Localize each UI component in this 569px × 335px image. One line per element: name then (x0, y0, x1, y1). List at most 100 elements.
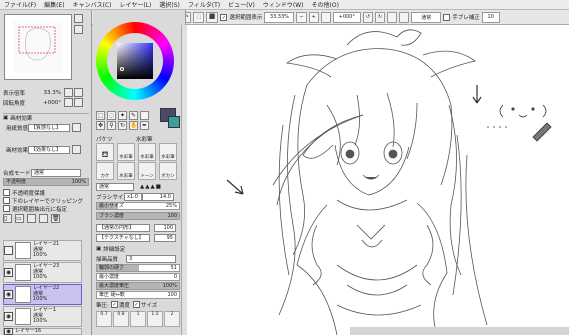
layer-blend-select[interactable]: 通常 (31, 168, 81, 177)
deselect-button[interactable]: ⬚ (193, 11, 205, 23)
quality-select[interactable]: 3 (126, 254, 176, 263)
eye-icon[interactable]: ◉ (4, 312, 13, 321)
new-folder-button[interactable]: ▭ (15, 214, 24, 223)
brush-texture-select[interactable]: 【テクスチャなし】 (96, 233, 150, 242)
brush-cell[interactable]: ⛾ (96, 143, 114, 161)
size-preset[interactable]: 0.8 (113, 311, 129, 327)
menu-other[interactable]: その他(O) (308, 0, 343, 9)
brush-tab-right[interactable]: 水彩筆 (136, 135, 153, 143)
brush-cell[interactable]: トーン (138, 162, 156, 180)
delete-layer-button[interactable]: 🗑 (51, 214, 60, 223)
stabilizer-checkbox[interactable] (443, 13, 451, 21)
layer-item[interactable]: ◉ レイヤー1 通常 100% (3, 306, 82, 327)
min-size-slider[interactable]: 最小サイズ 25% (96, 202, 180, 210)
color-picker-cursor[interactable] (120, 67, 124, 71)
pen-tool[interactable]: ✎ (129, 111, 138, 120)
layer-item[interactable]: ◉ レイヤー16 (3, 328, 82, 335)
brush-shape-select[interactable]: 【通常の円形】 (96, 223, 150, 232)
pressure-size-checkbox[interactable]: ✓ (132, 301, 140, 308)
min-density-slider[interactable]: 最小濃度 0 (96, 273, 180, 281)
brush-shape-strength[interactable]: 100 (154, 223, 176, 232)
zoom-reset-button[interactable] (320, 11, 331, 23)
size-preset[interactable]: 2 (164, 311, 180, 327)
invert-selection-button[interactable]: ⬛ (206, 11, 219, 23)
rotate-left-button[interactable]: ↺ (362, 11, 373, 23)
marquee-tool[interactable]: ⬚ (96, 111, 105, 120)
hand-tool[interactable]: ✋ (129, 121, 138, 130)
clip-group-checkbox[interactable] (3, 197, 10, 204)
max-density-pressure-slider[interactable]: 最大濃度筆圧 100% (96, 282, 180, 290)
menu-canvas[interactable]: キャンバス(C) (69, 0, 116, 9)
menu-view[interactable]: ビュー(V) (224, 0, 259, 9)
magic-wand-tool[interactable]: ✦ (118, 111, 127, 120)
navigator-preview[interactable] (4, 14, 72, 80)
eyedropper-tool[interactable]: ✒ (140, 121, 149, 130)
size-preset[interactable]: 0.7 (96, 311, 112, 327)
pressure-hardness-slider[interactable]: 筆圧 硬⇔軟 100 (96, 291, 180, 299)
density-slider[interactable]: ブラシ濃度 100 (96, 212, 180, 220)
brush-size-field[interactable]: 14.0 (142, 192, 174, 201)
paper-effect-header[interactable]: ▣ 画材効果 (3, 113, 89, 122)
nav-zoom-plus-button[interactable] (74, 88, 83, 97)
layer-item-selected[interactable]: ◉ レイヤー22 通常 100% (3, 284, 82, 305)
pressure-density-checkbox[interactable]: ✓ (110, 301, 118, 308)
saturation-value-square[interactable] (117, 43, 153, 79)
nav-rotate-right-button[interactable] (74, 98, 83, 107)
hue-wheel[interactable] (96, 22, 174, 100)
rotate-reset-button[interactable] (387, 11, 398, 23)
stabilizer-select[interactable]: 10 (481, 11, 500, 23)
nav-rotate-left-button[interactable] (64, 98, 73, 107)
new-layer-button[interactable]: ▯ (3, 214, 12, 223)
paper-effect-scale-button[interactable] (72, 145, 81, 154)
menu-layer[interactable]: レイヤー(L) (116, 0, 156, 9)
zoom-field[interactable]: 33.33% (264, 11, 295, 23)
protect-alpha-checkbox[interactable] (3, 189, 10, 196)
eye-icon[interactable]: ◉ (4, 290, 13, 299)
rotate-right-button[interactable]: ↻ (375, 11, 386, 23)
paper-texture-select[interactable]: 【質感なし】 (28, 123, 70, 132)
flip-button[interactable] (399, 11, 410, 23)
size-preset[interactable]: 1 (130, 311, 146, 327)
brush-cell[interactable]: 水彩筆 (159, 143, 177, 161)
layer-item[interactable]: レイヤー21 通常 100% (3, 240, 82, 261)
rotation-field[interactable]: +000° (332, 11, 361, 23)
detail-header[interactable]: ▣ 詳細設定 (96, 244, 180, 253)
paper-effect-select[interactable]: 【効果なし】 (28, 145, 70, 154)
edge-hardness-slider[interactable]: 輪郭の硬さ 51 (96, 264, 180, 272)
move-tool[interactable]: ✥ (96, 121, 105, 130)
menu-filter[interactable]: フィルタ(T) (184, 0, 224, 9)
rotate-tool[interactable]: ↻ (118, 121, 127, 130)
paper-texture-scale-button[interactable] (72, 123, 81, 132)
nav-zoom-minus-button[interactable] (64, 88, 73, 97)
zoom-in-button[interactable]: + (308, 11, 319, 23)
size-preset[interactable]: 1.5 (147, 311, 163, 327)
brush-cell[interactable]: 水彩筆 (117, 143, 135, 161)
sample-source-checkbox[interactable] (3, 205, 10, 212)
eye-icon[interactable] (4, 246, 13, 255)
brush-tab-left[interactable]: パケツ (96, 135, 136, 143)
brush-mode-select[interactable]: 通常 (96, 182, 134, 191)
zoom-out-button[interactable]: − (296, 11, 307, 23)
brush-cell[interactable]: 水彩筆 (117, 162, 135, 180)
menu-edit[interactable]: 編集(E) (40, 0, 68, 9)
zoom-tool[interactable]: ⚲ (107, 121, 116, 130)
brush-cell[interactable]: 水彩筆 (138, 143, 156, 161)
drawing-canvas[interactable] (187, 25, 569, 335)
merge-down-button[interactable] (27, 214, 36, 223)
nav-zoom-in-button[interactable] (74, 14, 83, 23)
lasso-tool[interactable]: ◌ (107, 111, 116, 120)
brush-cell[interactable]: ボカシ (159, 162, 177, 180)
secondary-color-swatch[interactable] (168, 116, 180, 128)
menu-file[interactable]: ファイル(F) (0, 0, 40, 9)
brush-cell[interactable]: カケ (96, 162, 114, 180)
brush-size-mult-select[interactable]: x1.0 (124, 192, 142, 201)
nav-zoom-out-button[interactable] (74, 25, 83, 34)
sample-source-row[interactable]: 選択範囲抽出元に指定 (3, 204, 67, 213)
blend-mode-select[interactable]: 通常 (411, 11, 442, 23)
eye-icon[interactable]: ◉ (4, 328, 13, 335)
menu-select[interactable]: 選択(S) (155, 0, 184, 9)
menu-window[interactable]: ウィンドウ(W) (259, 0, 308, 9)
canvas-scrollbar[interactable] (350, 327, 569, 335)
blank-tool[interactable] (140, 111, 149, 120)
selection-display-checkbox[interactable]: ✓ (220, 13, 228, 21)
